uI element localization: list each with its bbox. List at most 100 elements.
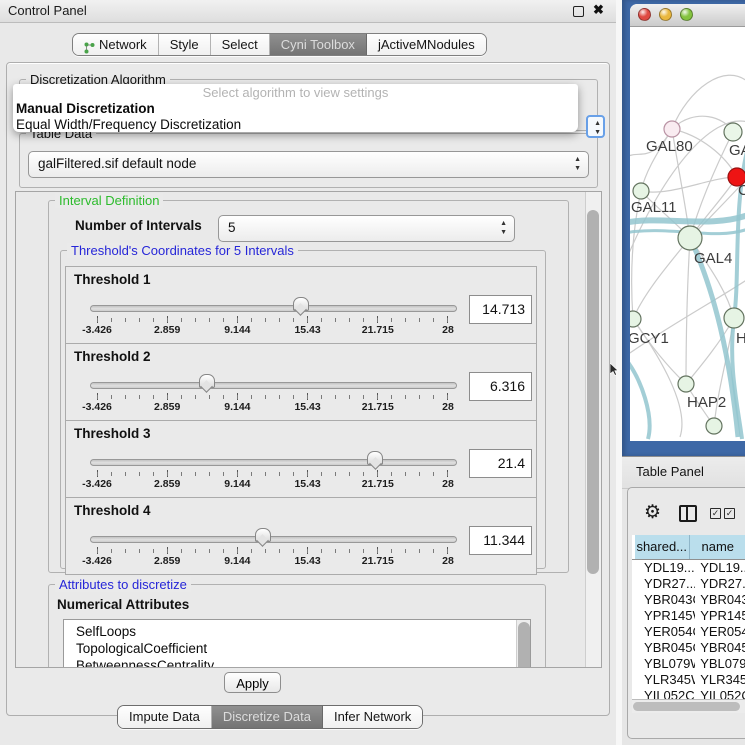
table-row[interactable]: YDR27... YDR27... [632, 576, 745, 592]
network-node[interactable] [678, 226, 702, 250]
cell-name: YBR045C [695, 640, 745, 656]
scale-tick-label: -3.426 [82, 401, 112, 413]
slider-track[interactable] [90, 305, 457, 312]
gear-icon[interactable] [644, 501, 661, 524]
column-header-shared-name[interactable]: shared... [635, 535, 690, 559]
network-node-label: GAL4 [694, 250, 732, 267]
attribute-list-item[interactable]: BetweennessCentrality [64, 657, 530, 668]
slider-thumb[interactable] [255, 528, 271, 542]
threshold-slider[interactable]: -3.426 2.859 9.144 15.43 21.715 28 [90, 528, 455, 570]
traffic-light-button[interactable] [638, 8, 651, 21]
network-node[interactable] [633, 183, 649, 199]
tab[interactable]: Infer Network [323, 706, 422, 728]
scale-tick-label: 9.144 [224, 324, 250, 336]
table-row[interactable]: YBR045C YBR045C [632, 640, 745, 656]
slider-minor-ticks [97, 549, 448, 553]
list-scrollbar-thumb[interactable] [518, 622, 530, 668]
top-tab-bar: Network Style Select Cyni Toolbox jActiv… [72, 33, 487, 56]
threshold-panel: Threshold 1 -3.426 2.859 9.144 15.43 21.… [65, 266, 537, 344]
table-row[interactable]: YDL19... YDL19... [632, 560, 745, 576]
table-row[interactable]: YER054C YER054C [632, 624, 745, 640]
attribute-list-item[interactable]: SelfLoops [64, 623, 530, 640]
apply-button[interactable]: Apply [224, 672, 281, 693]
float-window-icon[interactable] [573, 6, 584, 17]
interval-definition-group: Interval Definition Number of Intervals … [48, 200, 569, 573]
cell-name: YER054C [695, 624, 745, 640]
cyni-toolbox-panel: Discretization Algorithm Select algorith… [6, 62, 610, 716]
column-header-name[interactable]: name [690, 535, 745, 559]
slider-thumb[interactable] [293, 297, 309, 311]
network-node-label: H [736, 330, 745, 347]
threshold-slider[interactable]: -3.426 2.859 9.144 15.43 21.715 28 [90, 297, 455, 339]
checkbox-checked-icon[interactable] [710, 508, 721, 519]
network-canvas[interactable]: GAL80GACGAL11GAL4GCY1HHAP2 [630, 27, 745, 441]
threshold-value-field[interactable]: 11.344 [469, 526, 532, 555]
table-data-combo[interactable]: galFiltered.sif default node [28, 151, 589, 178]
algorithm-combo[interactable] [586, 115, 605, 138]
tab[interactable]: Impute Data [118, 706, 212, 728]
cell-name: YDL19... [695, 560, 745, 576]
slider-thumb[interactable] [199, 374, 215, 388]
tab-label: Cyni Toolbox [281, 34, 355, 55]
close-icon[interactable] [593, 2, 607, 18]
threshold-value-field[interactable]: 14.713 [469, 295, 532, 324]
threshold-slider[interactable]: -3.426 2.859 9.144 15.43 21.715 28 [90, 451, 455, 493]
scale-tick-label: 15.43 [294, 401, 320, 413]
threshold-value-field[interactable]: 21.4 [469, 449, 532, 478]
slider-track[interactable] [90, 536, 457, 543]
tab[interactable]: Cyni Toolbox [270, 34, 367, 55]
tab-label: Discretize Data [223, 706, 311, 728]
slider-track[interactable] [90, 459, 457, 466]
network-node[interactable] [678, 376, 694, 392]
tab[interactable]: Discretize Data [212, 706, 323, 728]
tab[interactable]: Style [159, 34, 211, 55]
scale-tick-label: 28 [442, 324, 454, 336]
dropdown-option[interactable]: Equal Width/Frequency Discretization [13, 117, 578, 133]
table-row[interactable]: YLR345W YLR345W [632, 672, 745, 688]
scale-tick-label: 2.859 [154, 324, 180, 336]
threshold-slider[interactable]: -3.426 2.859 9.144 15.43 21.715 28 [90, 374, 455, 416]
table-hscrollbar[interactable] [632, 699, 745, 713]
node-table: shared... name YDL19... YDL19... YDR27..… [632, 535, 745, 713]
dropdown-option[interactable]: Manual Discretization [13, 101, 578, 117]
spinner-arrows-icon [500, 219, 507, 237]
slider-track[interactable] [90, 382, 457, 389]
network-tree-icon [84, 39, 95, 51]
list-scrollbar[interactable] [516, 620, 530, 668]
network-node[interactable] [706, 418, 722, 434]
threshold-list: Threshold 1 -3.426 2.859 9.144 15.43 21.… [65, 266, 537, 575]
scale-tick-label: -3.426 [82, 555, 112, 567]
table-hscrollbar-thumb[interactable] [633, 702, 740, 711]
table-row[interactable]: YBL079W YBL079W [632, 656, 745, 672]
network-node[interactable] [664, 121, 680, 137]
checkbox-checked-icon[interactable] [724, 508, 735, 519]
tab[interactable]: Select [211, 34, 270, 55]
tab[interactable]: jActiveMNodules [367, 34, 486, 55]
scale-tick-label: 15.43 [294, 478, 320, 490]
table-row[interactable]: YIL052C YIL052C [632, 688, 745, 699]
cell-name: YPR145W [695, 608, 745, 624]
traffic-light-button[interactable] [680, 8, 693, 21]
number-of-intervals-combo[interactable]: 5 [218, 215, 515, 242]
network-node[interactable] [630, 311, 641, 327]
network-node-label: GAL11 [631, 199, 677, 216]
cell-name: YBR043C [695, 592, 745, 608]
slider-thumb[interactable] [367, 451, 383, 465]
settings-scrollbar[interactable] [585, 192, 601, 667]
network-node[interactable] [724, 123, 742, 141]
tab-label: Impute Data [129, 706, 200, 728]
table-row[interactable]: YBR043C YBR043C [632, 592, 745, 608]
traffic-light-button[interactable] [659, 8, 672, 21]
threshold-coordinates-group: Threshold's Coordinates for 5 Intervals … [60, 250, 546, 569]
numerical-attributes-list[interactable]: SelfLoops TopologicalCoefficient Between… [63, 619, 531, 668]
settings-scrollbar-thumb[interactable] [587, 210, 599, 574]
threshold-value-field[interactable]: 6.316 [469, 372, 532, 401]
attribute-list-item[interactable]: TopologicalCoefficient [64, 640, 530, 657]
threshold-panel: Threshold 2 -3.426 2.859 9.144 15.43 21.… [65, 343, 537, 421]
scale-tick-label: 21.715 [362, 478, 394, 490]
tab[interactable]: Network [73, 34, 159, 55]
split-columns-icon[interactable] [679, 505, 697, 522]
network-node[interactable] [724, 308, 744, 328]
table-row[interactable]: YPR145W YPR145W [632, 608, 745, 624]
network-svg: GAL80GACGAL11GAL4GCY1HHAP2 [630, 27, 745, 441]
